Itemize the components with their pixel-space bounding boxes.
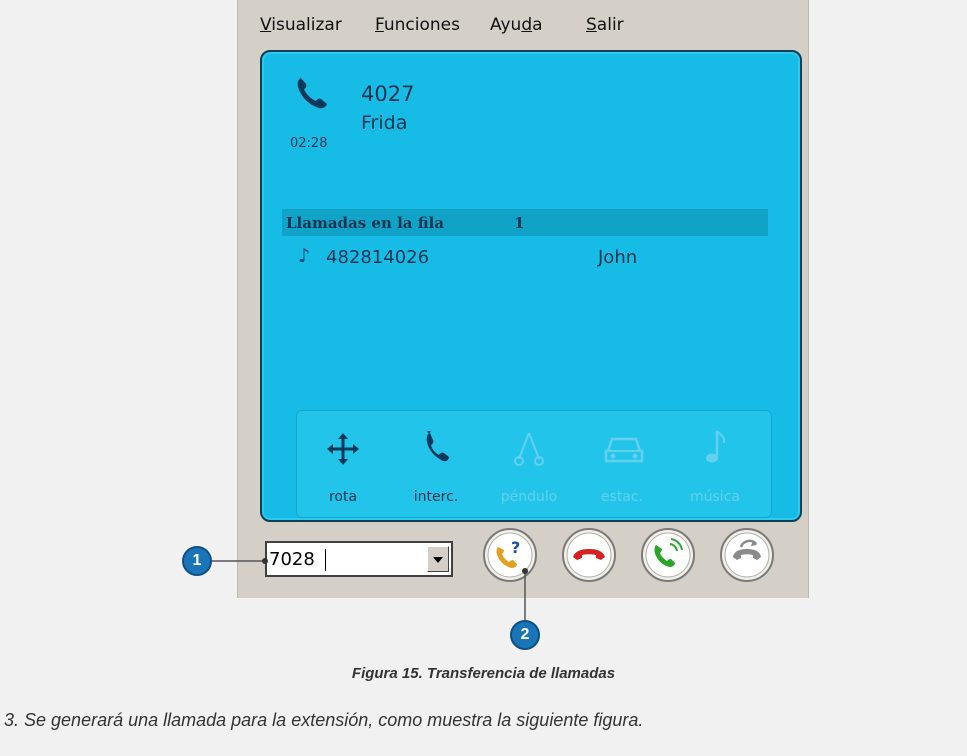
callout-2: 2 bbox=[510, 620, 540, 650]
figure-caption: Figura 15. Transferencia de llamadas bbox=[351, 665, 616, 682]
instruction-text: 3. Se generará una llamada para la exten… bbox=[4, 710, 644, 730]
callout-1: 1 bbox=[182, 546, 212, 576]
callout-leaders bbox=[208, 558, 528, 622]
